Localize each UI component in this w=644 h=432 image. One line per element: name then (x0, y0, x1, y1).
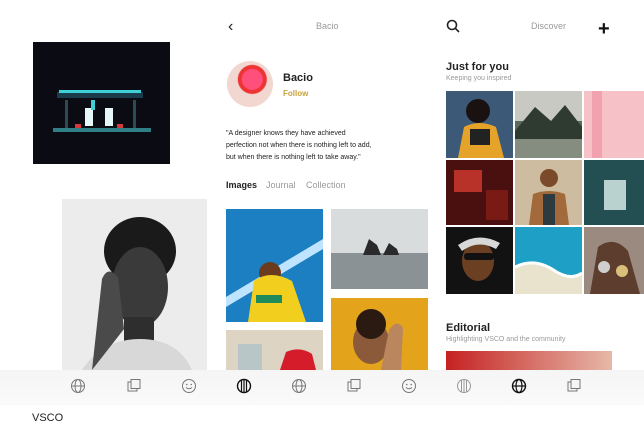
profile-header-title: Bacio (316, 21, 339, 31)
section-title-editorial: Editorial (446, 322, 491, 334)
bottom-nav-bar (0, 370, 644, 405)
editorial-banner[interactable] (446, 351, 612, 370)
grid-photo-red-shirt[interactable] (226, 330, 323, 370)
red-room-illustration (446, 160, 513, 225)
vsco-logo-icon[interactable] (456, 378, 472, 394)
discover-photo-mountain[interactable] (515, 91, 582, 158)
discover-photo-red-room[interactable] (446, 160, 513, 225)
red-shirt-illustration (238, 344, 316, 370)
rings-illustration (584, 227, 644, 294)
man-illustration (515, 160, 582, 225)
profile-name: Bacio (283, 72, 313, 84)
discover-photo-camera[interactable] (446, 91, 513, 158)
gas-station-photo[interactable] (33, 42, 170, 164)
gallery-icon[interactable] (346, 378, 362, 394)
tab-journal[interactable]: Journal (266, 180, 296, 190)
gallery-icon[interactable] (566, 378, 582, 394)
panel-discover: Discover + Just for you Keeping you insp… (436, 0, 644, 405)
search-icon[interactable] (446, 19, 460, 33)
section-subtitle-just-for-you: Keeping you inspired (446, 75, 512, 82)
quote-line: "A designer knows they have achieved (226, 130, 346, 137)
gas-station-illustration (53, 90, 151, 132)
grid-photo-yellow-sweater[interactable] (226, 209, 323, 322)
tab-images[interactable]: Images (226, 180, 257, 190)
discover-photo-man[interactable] (515, 160, 582, 225)
pink-illustration (584, 91, 644, 158)
grid-photo-hand-face[interactable] (331, 298, 428, 370)
camera-photo-illustration (446, 91, 513, 158)
portrait-illustration (62, 199, 207, 370)
yellow-sweater-illustration (226, 239, 323, 322)
discover-photo-pink[interactable] (584, 91, 644, 158)
add-icon[interactable]: + (598, 19, 610, 39)
follow-link[interactable]: Follow (283, 89, 308, 98)
vsco-logo-icon[interactable] (236, 378, 252, 394)
hand-face-illustration (353, 309, 403, 370)
gallery-icon[interactable] (126, 378, 142, 394)
smiley-icon[interactable] (401, 378, 417, 394)
section-title-just-for-you: Just for you (446, 61, 509, 73)
section-subtitle-editorial: Highlighting VSCO and the community (446, 336, 566, 343)
rocks-illustration (331, 209, 428, 289)
sunglasses-illustration (446, 227, 513, 294)
panel-profile: ‹ Bacio Bacio Follow "A designer knows t… (218, 0, 436, 405)
mountain-illustration (515, 91, 582, 158)
quote-line: perfection not when there is nothing lef… (226, 142, 372, 149)
portrait-photo[interactable] (62, 199, 207, 370)
globe-icon[interactable] (70, 378, 86, 394)
globe-icon[interactable] (511, 378, 527, 394)
discover-photo-sunglasses[interactable] (446, 227, 513, 294)
smiley-icon[interactable] (181, 378, 197, 394)
avatar[interactable] (227, 61, 273, 107)
discover-photo-beach[interactable] (515, 227, 582, 294)
discover-photo-teal[interactable] (584, 160, 644, 225)
tab-collection[interactable]: Collection (306, 180, 346, 190)
panel-home (0, 0, 218, 405)
globe-icon[interactable] (291, 378, 307, 394)
grid-photo-rocks[interactable] (331, 209, 428, 289)
caption-label: VSCO (32, 412, 64, 424)
back-chevron-icon[interactable]: ‹ (228, 18, 233, 36)
profile-quote: "A designer knows they have achieved per… (226, 128, 431, 164)
quote-line: but when there is nothing left to take a… (226, 154, 361, 161)
teal-illustration (584, 160, 644, 225)
beach-illustration (515, 227, 582, 294)
discover-header-title: Discover (531, 21, 567, 31)
discover-photo-rings[interactable] (584, 227, 644, 294)
